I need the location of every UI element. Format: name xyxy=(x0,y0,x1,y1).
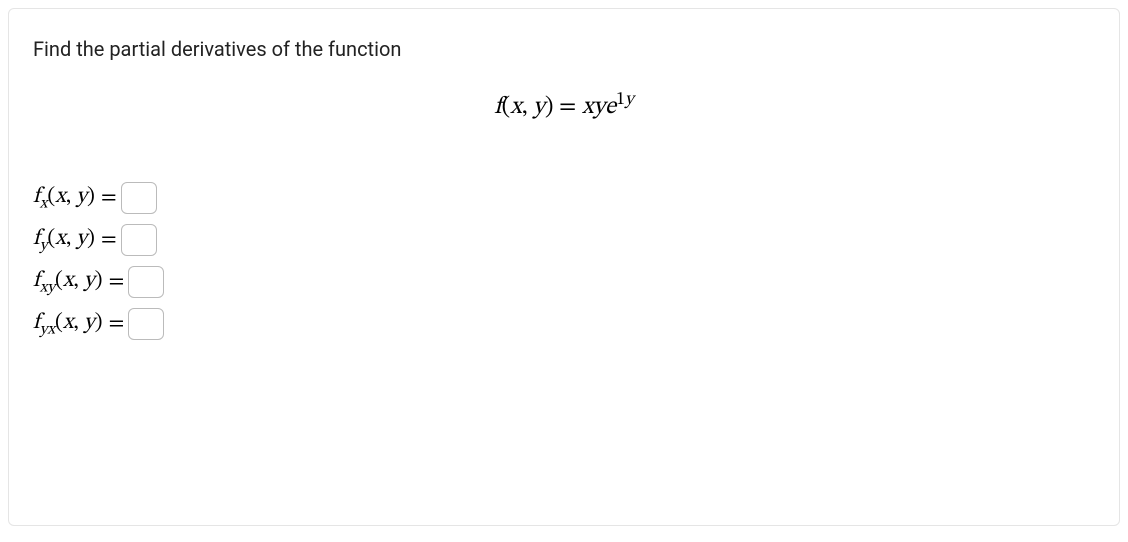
function-equation: f(x, y) = xye1y xyxy=(33,89,1095,122)
label-fxy: fxy(x, y) xyxy=(33,267,102,297)
eq-fxy: = xyxy=(108,268,124,296)
label-fx-args: (x, y) xyxy=(47,186,94,208)
label-fxy-args: (x, y) xyxy=(55,270,102,292)
eq-fy: = xyxy=(101,226,117,254)
equation-lhs-args: (x, y) xyxy=(502,95,554,119)
problem-card: Find the partial derivatives of the func… xyxy=(8,8,1120,526)
label-fyx-args: (x, y) xyxy=(55,312,102,334)
row-fy: fy(x, y) = xyxy=(33,224,1095,256)
input-fy[interactable] xyxy=(121,224,157,256)
input-fxy[interactable] xyxy=(128,266,164,298)
row-fyx: fyx(x, y) = xyxy=(33,308,1095,340)
label-fxy-sub: xy xyxy=(40,279,55,295)
label-fx: fx(x, y) xyxy=(33,183,95,213)
label-fy-fn: f xyxy=(33,228,40,250)
label-fyx-sub: yx xyxy=(40,321,55,337)
problem-prompt: Find the partial derivatives of the func… xyxy=(33,37,1095,61)
row-fx: fx(x, y) = xyxy=(33,182,1095,214)
equation-rhs-exp: 1y xyxy=(616,91,634,109)
label-fyx: fyx(x, y) xyxy=(33,309,102,339)
equation-rhs-coeff: xy xyxy=(582,95,605,119)
equation-equals: = xyxy=(553,95,582,119)
label-fy: fy(x, y) xyxy=(33,225,95,255)
equation-rhs-base: e xyxy=(605,95,616,119)
input-fyx[interactable] xyxy=(128,308,164,340)
label-fxy-fn: f xyxy=(33,270,40,292)
label-fx-fn: f xyxy=(33,186,40,208)
equation-lhs-fn: f xyxy=(494,95,501,119)
row-fxy: fxy(x, y) = xyxy=(33,266,1095,298)
label-fy-args: (x, y) xyxy=(47,228,94,250)
eq-fx: = xyxy=(101,184,117,212)
eq-fyx: = xyxy=(108,310,124,338)
label-fyx-fn: f xyxy=(33,312,40,334)
answers-block: fx(x, y) = fy(x, y) = fxy(x, y) = fyx(x,… xyxy=(33,182,1095,340)
input-fx[interactable] xyxy=(121,182,157,214)
